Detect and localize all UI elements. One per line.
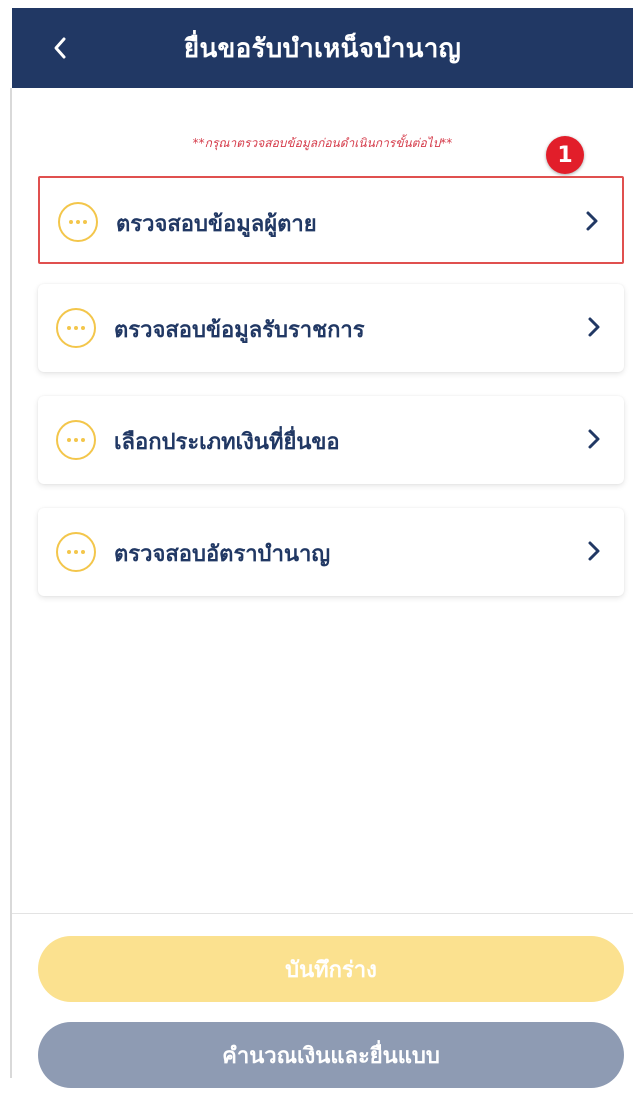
menu-item-label: ตรวจสอบอัตราบำนาญ xyxy=(114,542,331,567)
chevron-right-icon xyxy=(582,536,606,566)
calculate-submit-button[interactable]: คำนวณเงินและยื่นแบบ xyxy=(38,1022,624,1088)
notice-text: **กรุณาตรวจสอบข้อมูลก่อนดำเนินการขั้นต่อ… xyxy=(192,136,453,150)
more-dots-icon xyxy=(56,308,96,348)
menu-item-select-payment-type[interactable]: เลือกประเภทเงินที่ยื่นขอ xyxy=(38,396,624,484)
menu-item-label: ตรวจสอบข้อมูลรับราชการ xyxy=(114,318,365,343)
menu-item-label: เลือกประเภทเงินที่ยื่นขอ xyxy=(114,430,340,455)
chevron-right-icon xyxy=(582,312,606,342)
more-dots-icon xyxy=(56,532,96,572)
chevron-right-icon xyxy=(582,424,606,454)
menu-item-check-pension-rate[interactable]: ตรวจสอบอัตราบำนาญ xyxy=(38,508,624,596)
footer-divider xyxy=(12,913,633,914)
step-marker-badge: 1 xyxy=(546,136,584,174)
app-screen: ยื่นขอรับบำเหน็จบำนาญ **กรุณาตรวจสอบข้อม… xyxy=(0,0,633,1095)
chevron-left-icon xyxy=(54,37,66,59)
menu-item-check-deceased-info[interactable]: ตรวจสอบข้อมูลผู้ตาย xyxy=(38,176,624,264)
left-border xyxy=(10,88,12,1078)
top-bar: ยื่นขอรับบำเหน็จบำนาญ xyxy=(12,8,633,88)
menu-item-label: ตรวจสอบข้อมูลผู้ตาย xyxy=(116,212,317,237)
menu-item-check-service-info[interactable]: ตรวจสอบข้อมูลรับราชการ xyxy=(38,284,624,372)
more-dots-icon xyxy=(56,420,96,460)
page-title: ยื่นขอรับบำเหน็จบำนาญ xyxy=(183,33,462,64)
back-button[interactable] xyxy=(42,30,78,66)
save-draft-button[interactable]: บันทึกร่าง xyxy=(38,936,624,1002)
chevron-right-icon xyxy=(580,206,604,236)
more-dots-icon xyxy=(58,202,98,242)
